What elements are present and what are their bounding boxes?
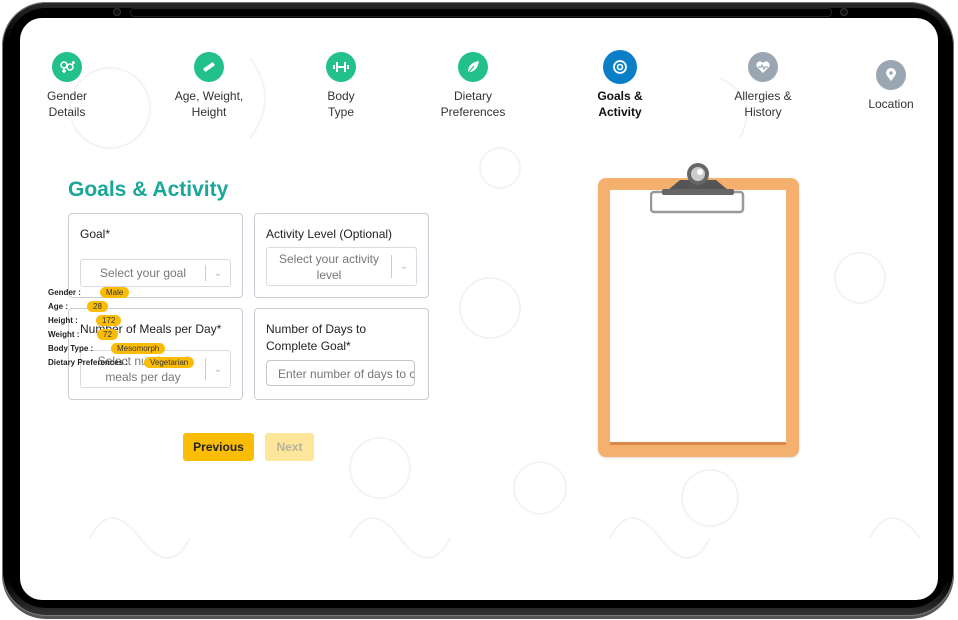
step-location[interactable]: Location bbox=[831, 60, 938, 112]
clipboard-paper bbox=[610, 190, 786, 445]
camera-bar bbox=[130, 8, 832, 17]
location-pin-icon bbox=[876, 60, 906, 90]
age-value-badge: 28 bbox=[87, 300, 108, 312]
summary-row-age: Age :28 bbox=[48, 299, 128, 313]
body-type-value-badge: Mesomorph bbox=[111, 342, 166, 354]
clipboard-clamp-icon bbox=[650, 163, 745, 214]
weight-value-badge: 72 bbox=[97, 328, 118, 340]
previous-button[interactable]: Previous bbox=[183, 433, 254, 461]
days-to-goal-field-card: Number of Days to Complete Goal* Enter n… bbox=[254, 308, 429, 400]
heartbeat-icon bbox=[748, 52, 778, 82]
gender-icon bbox=[52, 52, 82, 82]
chevron-down-icon[interactable]: ⌄ bbox=[206, 364, 230, 375]
summary-row-body-type: Body Type : Mesomorph bbox=[48, 341, 166, 355]
days-to-goal-input[interactable]: Enter number of days to c bbox=[266, 360, 415, 386]
sensor-dot bbox=[840, 8, 848, 16]
summary-row-weight: Weight :72 bbox=[48, 327, 128, 341]
chevron-down-icon[interactable]: ⌄ bbox=[392, 261, 416, 272]
step-goals-activity[interactable]: Goals & Activity bbox=[560, 50, 680, 120]
summary-row-height: Height :172 bbox=[48, 313, 128, 327]
summary-row-dietary-preferences: Dietary Preferences : Vegetarian bbox=[48, 355, 195, 369]
height-value-badge: 172 bbox=[96, 314, 122, 326]
gender-value-badge: Male bbox=[100, 286, 130, 298]
goal-label: Goal* bbox=[80, 227, 111, 241]
dumbbell-icon bbox=[326, 52, 356, 82]
screen: Gender Details Age, Weight, Height Body … bbox=[20, 18, 938, 600]
page-title: Goals & Activity bbox=[68, 178, 229, 201]
days-to-goal-label: Number of Days to Complete Goal* bbox=[266, 322, 367, 353]
summary-row-gender: Gender : Male bbox=[48, 285, 130, 299]
activity-level-label: Activity Level (Optional) bbox=[266, 227, 393, 241]
target-icon bbox=[603, 50, 637, 84]
step-gender-details[interactable]: Gender Details bbox=[20, 52, 127, 120]
ruler-icon bbox=[194, 52, 224, 82]
profile-summary: Gender : Male Age :28 Height :172 Weight … bbox=[48, 285, 195, 369]
leaf-icon bbox=[458, 52, 488, 82]
goal-select[interactable]: Select your goal ⌄ bbox=[80, 259, 231, 287]
clipboard bbox=[598, 163, 799, 457]
goal-placeholder: Select your goal bbox=[99, 266, 187, 280]
step-dietary-preferences[interactable]: Dietary Preferences bbox=[413, 52, 533, 120]
step-allergies-history[interactable]: Allergies & History bbox=[703, 52, 823, 120]
step-age-weight-height[interactable]: Age, Weight, Height bbox=[149, 52, 269, 120]
camera-dot bbox=[113, 8, 121, 16]
chevron-down-icon[interactable]: ⌄ bbox=[206, 268, 230, 279]
progress-stepper: Gender Details Age, Weight, Height Body … bbox=[20, 50, 938, 132]
activity-level-placeholder: Select your activity level bbox=[278, 251, 380, 282]
activity-level-field-card: Activity Level (Optional) Select your ac… bbox=[254, 213, 429, 298]
dietary-preference-value-badge: Vegetarian bbox=[144, 356, 195, 368]
activity-level-select[interactable]: Select your activity level ⌄ bbox=[266, 247, 417, 286]
next-button[interactable]: Next bbox=[265, 433, 314, 461]
step-body-type[interactable]: Body Type bbox=[281, 52, 401, 120]
